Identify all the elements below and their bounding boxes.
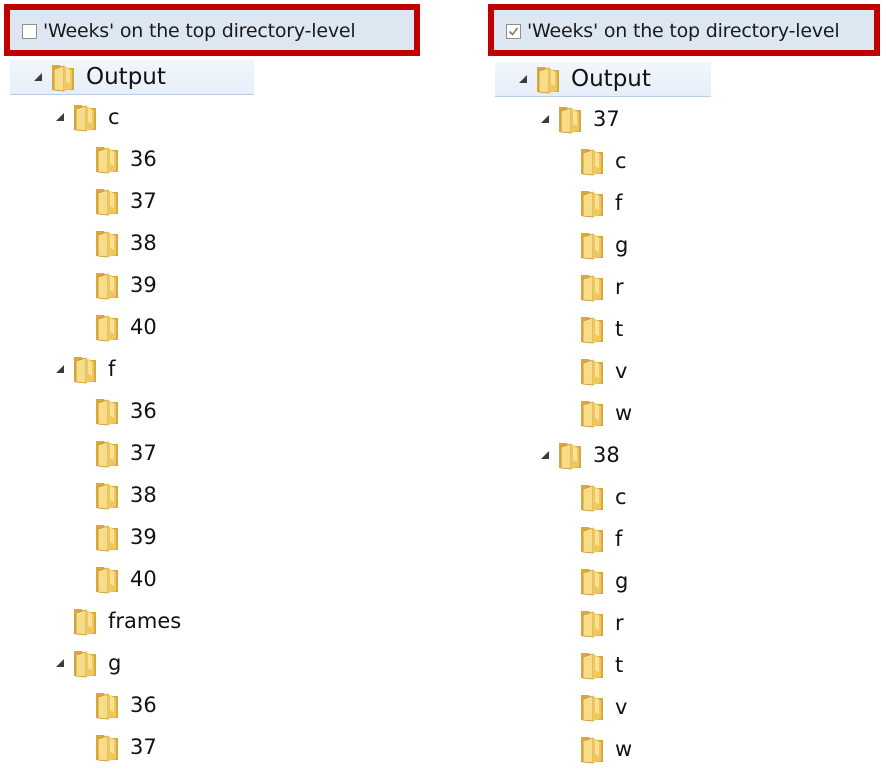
folder-icon xyxy=(581,527,603,554)
folder-icon xyxy=(581,317,603,344)
folder-icon xyxy=(96,441,118,468)
folder-icon xyxy=(74,357,96,384)
left-panel: 'Weeks' on the top directory-level Outpu… xyxy=(0,0,430,763)
expand-triangle-icon[interactable] xyxy=(32,71,44,83)
tree-item-label: f xyxy=(615,191,623,215)
folder-icon xyxy=(52,65,74,92)
folder-icon xyxy=(581,611,603,638)
tree-item-label: v xyxy=(615,695,628,719)
folder-icon xyxy=(581,485,603,512)
folder-icon xyxy=(96,567,118,594)
folder-icon xyxy=(581,149,603,176)
tree-item-label: c xyxy=(108,105,120,129)
tree-item-label: c xyxy=(615,485,627,509)
folder-icon xyxy=(74,651,96,678)
tree-item-label: c xyxy=(615,149,627,173)
expand-triangle-icon[interactable] xyxy=(54,111,66,123)
tree-item-label: 38 xyxy=(593,443,620,467)
right-panel: 'Weeks' on the top directory-level Outpu… xyxy=(484,0,886,764)
tree-item-label: 36 xyxy=(130,147,157,171)
weeks-option-highlight: 'Weeks' on the top directory-level xyxy=(4,4,420,56)
tree-item-label: frames xyxy=(108,609,182,633)
folder-icon xyxy=(96,231,118,258)
tree-item-label: Output xyxy=(86,64,166,90)
tree-item-label: 37 xyxy=(593,107,620,131)
tree-item-label: g xyxy=(108,651,122,675)
expand-triangle-icon[interactable] xyxy=(539,113,551,125)
tree-item-label: f xyxy=(615,527,623,551)
folder-icon xyxy=(581,653,603,680)
folder-icon xyxy=(581,695,603,722)
tree-item-label: t xyxy=(615,317,624,341)
folder-icon xyxy=(581,401,603,428)
folder-icon xyxy=(74,609,96,636)
tree-item-label: 39 xyxy=(130,525,157,549)
folder-icon xyxy=(581,737,603,764)
expand-triangle-icon[interactable] xyxy=(54,363,66,375)
tree-item-label: 38 xyxy=(130,483,157,507)
folder-icon xyxy=(96,399,118,426)
folder-icon xyxy=(581,233,603,260)
tree-item-label: w xyxy=(615,401,633,425)
tree-item-label: 37 xyxy=(130,735,157,759)
folder-icon xyxy=(559,443,581,470)
folder-icon xyxy=(581,275,603,302)
tree-item-label: r xyxy=(615,275,624,299)
expand-triangle-icon[interactable] xyxy=(539,449,551,461)
folder-icon xyxy=(581,569,603,596)
expand-triangle-icon[interactable] xyxy=(54,657,66,669)
tree-item-label: 36 xyxy=(130,693,157,717)
tree-item-label: 40 xyxy=(130,567,157,591)
folder-icon xyxy=(96,315,118,342)
folder-icon xyxy=(96,147,118,174)
folder-icon xyxy=(559,107,581,134)
folder-icon xyxy=(96,735,118,762)
tree-item-label: 36 xyxy=(130,399,157,423)
tree-item-label: g xyxy=(615,233,629,257)
folder-icon xyxy=(96,525,118,552)
weeks-option-label: 'Weeks' on the top directory-level xyxy=(43,20,356,42)
folder-icon xyxy=(537,67,559,94)
weeks-option-highlight: 'Weeks' on the top directory-level xyxy=(488,4,880,56)
tree-item-label: r xyxy=(615,611,624,635)
weeks-option-label: 'Weeks' on the top directory-level xyxy=(527,20,840,42)
folder-icon xyxy=(74,105,96,132)
weeks-checkbox[interactable] xyxy=(506,24,521,39)
tree-item-label: 39 xyxy=(130,273,157,297)
tree-item-label: 38 xyxy=(130,231,157,255)
folder-icon xyxy=(96,273,118,300)
folder-icon xyxy=(96,693,118,720)
folder-icon xyxy=(581,191,603,218)
tree-item-label: 37 xyxy=(130,441,157,465)
folder-icon xyxy=(96,189,118,216)
folder-icon xyxy=(96,483,118,510)
tree-item-label: v xyxy=(615,359,628,383)
tree-item-label: t xyxy=(615,653,624,677)
folder-icon xyxy=(581,359,603,386)
tree-item-label: Output xyxy=(571,66,651,92)
tree-item-label: 40 xyxy=(130,315,157,339)
tree-item-label: g xyxy=(615,569,629,593)
tree-item-label: f xyxy=(108,357,116,381)
tree-item-label: w xyxy=(615,737,633,761)
weeks-checkbox[interactable] xyxy=(22,24,37,39)
check-icon xyxy=(508,27,519,36)
expand-triangle-icon[interactable] xyxy=(517,73,529,85)
tree-item-label: 37 xyxy=(130,189,157,213)
